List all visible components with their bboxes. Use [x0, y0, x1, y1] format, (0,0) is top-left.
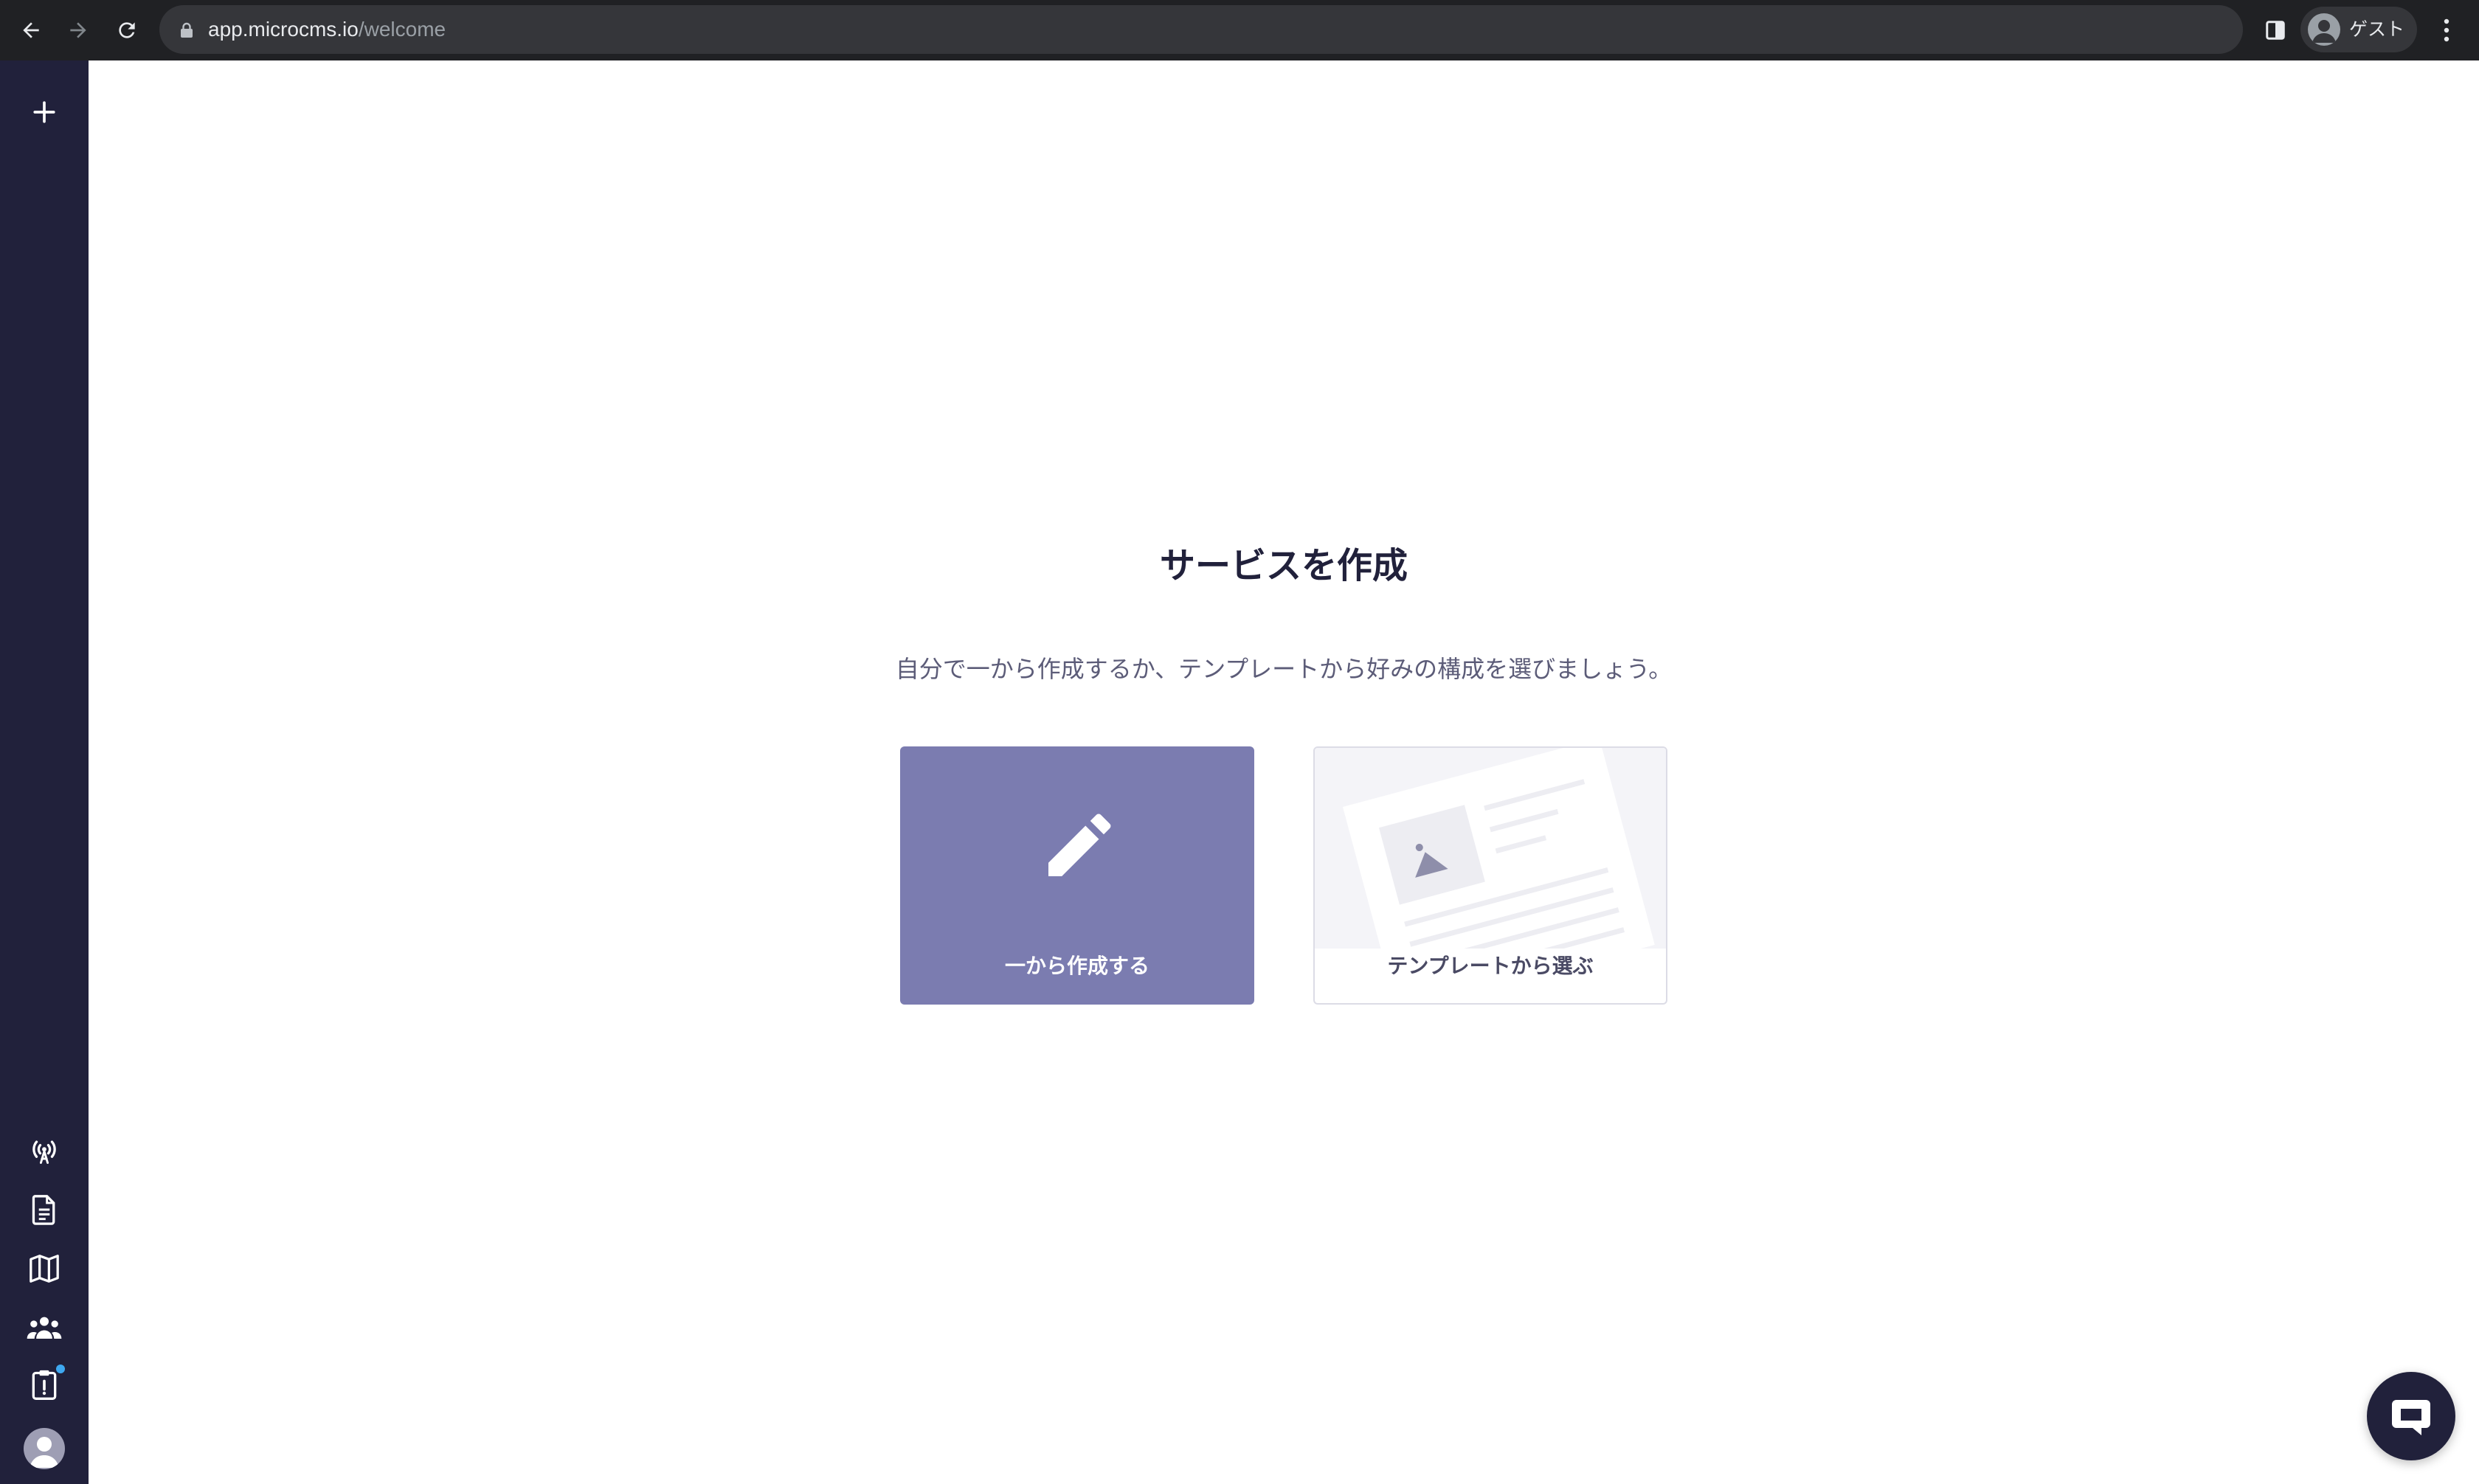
forward-button[interactable]: [58, 10, 99, 51]
profile-label: ゲスト: [2349, 18, 2405, 40]
alert-clipboard-icon: [32, 1370, 57, 1400]
side-panel-button[interactable]: [2255, 10, 2296, 51]
profile-icon: [2308, 13, 2340, 46]
url-text: app.microcms.io/welcome: [208, 5, 446, 54]
plus-icon: [33, 101, 55, 123]
template-illustration-icon: [1315, 748, 1666, 949]
url-host: app.microcms.io: [208, 18, 359, 41]
chat-bubble-icon: [2392, 1400, 2430, 1435]
address-bar[interactable]: app.microcms.io/welcome: [159, 5, 2243, 54]
document-icon: [32, 1195, 55, 1225]
reload-button[interactable]: [106, 10, 148, 51]
pencil-icon: [1048, 814, 1111, 876]
lock-icon: [181, 22, 193, 38]
sidebar-item-documents[interactable]: [22, 1187, 66, 1232]
user-avatar-icon[interactable]: [24, 1428, 65, 1469]
add-service-button[interactable]: [22, 90, 66, 134]
welcome-main: サービスを作成 自分で一から作成するか、テンプレートから好みの構成を選びましょう…: [89, 60, 2479, 1484]
sidepanel-icon: [2266, 21, 2285, 40]
sidebar-item-roadmap[interactable]: [22, 1247, 66, 1291]
page-subtitle: 自分で一から作成するか、テンプレートから好みの構成を選びましょう。: [895, 655, 1673, 683]
browser-menu-button[interactable]: [2426, 10, 2467, 51]
create-from-scratch-card[interactable]: 一から作成する: [900, 746, 1254, 1005]
kebab-menu-icon: [2444, 18, 2449, 42]
create-from-scratch-label: 一から作成する: [1004, 954, 1149, 978]
forward-arrow-icon: [70, 22, 86, 38]
map-icon: [30, 1255, 59, 1283]
page-title: サービスを作成: [1159, 545, 1408, 586]
back-button[interactable]: [10, 10, 52, 51]
browser-toolbar: app.microcms.io/welcome ゲスト: [0, 0, 2479, 60]
profile-button[interactable]: ゲスト: [2300, 7, 2417, 52]
broadcast-icon: [32, 1140, 56, 1164]
choose-template-label: テンプレートから選ぶ: [1387, 954, 1594, 978]
url-path: /welcome: [358, 18, 446, 41]
sidebar-item-members[interactable]: [22, 1306, 66, 1350]
reload-icon: [119, 22, 135, 38]
sidebar: [0, 60, 89, 1484]
sidebar-item-notifications[interactable]: [22, 1363, 66, 1407]
choose-template-card[interactable]: テンプレートから選ぶ: [1313, 746, 1667, 1005]
sidebar-item-status[interactable]: [22, 1128, 66, 1173]
notification-dot: [56, 1365, 65, 1373]
chat-button[interactable]: [2367, 1372, 2455, 1460]
back-arrow-icon: [23, 22, 39, 38]
team-icon: [27, 1317, 62, 1339]
